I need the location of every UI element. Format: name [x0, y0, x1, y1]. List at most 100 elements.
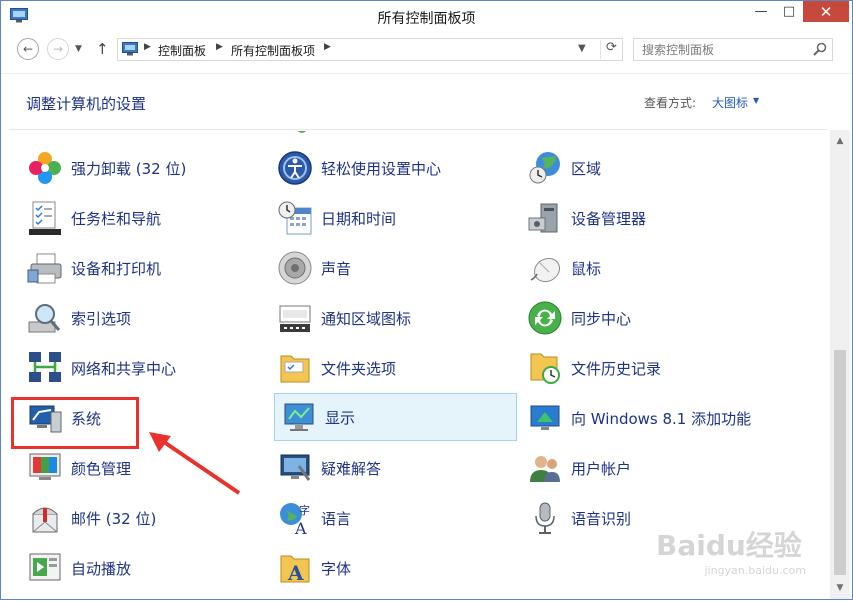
view-by-label: 查看方式:: [644, 96, 697, 110]
svg-text:字: 字: [299, 503, 310, 517]
item-label: 邮件 (32 位): [71, 509, 157, 528]
item-label: 通知区域图标: [321, 309, 412, 328]
microphone-icon: [535, 502, 555, 534]
mail-icon: [32, 507, 58, 533]
taskbar-icon: [29, 201, 61, 235]
item-label: 同步中心: [571, 309, 632, 328]
item-devices-printers[interactable]: 设备和打印机: [21, 244, 264, 292]
date-time-icon: [278, 201, 312, 235]
svg-text:A: A: [287, 561, 304, 585]
refresh-button[interactable]: ⟳: [600, 40, 622, 59]
item-user-accounts[interactable]: 用户帐户: [521, 444, 764, 492]
arrow-right-icon: →: [52, 42, 64, 56]
item-sync-center[interactable]: 同步中心: [521, 294, 764, 342]
item-label: 字体: [321, 559, 352, 578]
item-language[interactable]: A 字 语言: [271, 494, 514, 542]
item-label: 显示: [325, 408, 356, 427]
uninstall-flower-icon: [29, 152, 61, 184]
display-icon: [284, 403, 314, 431]
breadcrumb-all-items[interactable]: 所有控制面板项: [231, 42, 315, 59]
item-ease-of-access[interactable]: 轻松使用设置中心: [271, 144, 514, 192]
folder-options-icon: [280, 355, 310, 383]
item-sound[interactable]: 声音: [271, 244, 514, 292]
item-mouse[interactable]: 鼠标: [521, 244, 764, 292]
back-button[interactable]: ←: [17, 38, 39, 60]
speaker-icon: [278, 251, 312, 285]
maximize-button[interactable]: □: [775, 1, 803, 22]
breadcrumb-separator-icon[interactable]: ▶: [216, 42, 223, 52]
item-label: 强力卸载 (32 位): [71, 159, 187, 178]
recent-locations-dropdown[interactable]: ▼: [75, 44, 82, 54]
scroll-up-icon[interactable]: ▲: [830, 132, 850, 150]
item-add-features[interactable]: 向 Windows 8.1 添加功能: [521, 394, 764, 442]
address-history-dropdown[interactable]: ▼: [578, 43, 586, 54]
page-title: 调整计算机的设置: [26, 95, 147, 113]
view-by-dropdown[interactable]: 大图标: [712, 94, 748, 111]
item-fonts[interactable]: A 字体: [271, 544, 514, 592]
annotation-arrow-icon: [149, 432, 241, 495]
navigation-bar: ← → ▼ ↑ ▶ 控制面板 ▶ 所有控制面板项 ▶ ▼ ⟳: [1, 34, 852, 64]
item-label: 日期和时间: [321, 209, 397, 228]
scrollbar-thumb[interactable]: [834, 350, 846, 575]
item-label: 向 Windows 8.1 添加功能: [571, 409, 752, 428]
item-region[interactable]: 区域: [521, 144, 764, 192]
item-label: 疑难解答: [321, 459, 382, 478]
item-label: 语言: [321, 509, 352, 528]
item-label: 颜色管理: [71, 459, 132, 478]
item-network-sharing[interactable]: 网络和共享中心: [21, 344, 264, 392]
arrow-left-icon: ←: [22, 42, 34, 56]
minimize-button[interactable]: —: [747, 1, 775, 22]
user-accounts-icon: [530, 456, 560, 482]
item-uninstall[interactable]: 强力卸载 (32 位): [21, 144, 264, 192]
ease-of-access-icon: [278, 151, 312, 185]
device-manager-icon: [528, 203, 558, 233]
control-panel-window: 所有控制面板项 — □ ✕ ← → ▼ ↑ ▶ 控制面板 ▶ 所有控制面板项 ▶…: [0, 0, 853, 600]
item-taskbar[interactable]: 任务栏和导航: [21, 194, 264, 242]
item-indexing[interactable]: 索引选项: [21, 294, 264, 342]
search-input[interactable]: [634, 39, 804, 61]
divider: [1, 73, 852, 74]
title-bar[interactable]: 所有控制面板项 — □ ✕: [1, 1, 852, 31]
breadcrumb-control-panel[interactable]: 控制面板: [158, 42, 206, 59]
breadcrumb-separator-icon[interactable]: ▶: [324, 42, 331, 52]
breadcrumb-separator-icon[interactable]: ▶: [144, 42, 151, 52]
up-level-button[interactable]: ↑: [96, 40, 109, 58]
item-date-time[interactable]: 日期和时间: [271, 194, 514, 242]
item-label: 语音识别: [571, 509, 632, 528]
region-globe-icon: [529, 152, 560, 184]
svg-text:A: A: [294, 519, 307, 536]
item-label: 区域: [571, 159, 602, 178]
close-button[interactable]: ✕: [803, 1, 849, 22]
search-icon[interactable]: [813, 42, 827, 56]
item-label: 自动播放: [71, 559, 132, 578]
item-label: 文件历史记录: [571, 359, 662, 378]
color-management-icon: [29, 453, 61, 480]
dropdown-arrow-icon[interactable]: ▼: [753, 96, 759, 105]
item-notification-icons[interactable]: 通知区域图标: [271, 294, 514, 342]
item-autoplay[interactable]: 自动播放: [21, 544, 264, 592]
baidu-watermark: Baidu经验 jingyan.baidu.com: [656, 524, 816, 584]
item-display[interactable]: 显示: [274, 393, 517, 441]
item-troubleshooting[interactable]: 疑难解答: [271, 444, 514, 492]
printer-icon: [27, 253, 62, 284]
item-label: 任务栏和导航: [71, 209, 162, 228]
forward-button[interactable]: →: [47, 38, 69, 60]
item-label: 索引选项: [71, 309, 132, 328]
divider: [9, 129, 827, 130]
item-file-history[interactable]: 文件历史记录: [521, 344, 764, 392]
scroll-down-icon[interactable]: ▼: [830, 579, 850, 597]
sync-center-icon: [528, 301, 562, 335]
partial-icon: [297, 131, 307, 133]
annotation-highlight-box: [11, 397, 139, 449]
item-label: 鼠标: [571, 259, 602, 278]
file-history-icon: [530, 353, 560, 384]
item-label: 声音: [321, 259, 352, 278]
item-folder-options[interactable]: 文件夹选项: [271, 344, 514, 392]
network-icon: [29, 352, 61, 382]
item-mail[interactable]: 邮件 (32 位): [21, 494, 264, 542]
address-bar[interactable]: ▶ 控制面板 ▶ 所有控制面板项 ▶ ▼ ⟳: [117, 38, 623, 61]
item-device-manager[interactable]: 设备管理器: [521, 194, 764, 242]
search-box[interactable]: [633, 38, 833, 61]
vertical-scrollbar[interactable]: ▲ ▼: [830, 130, 850, 599]
item-label: 设备管理器: [571, 209, 647, 228]
